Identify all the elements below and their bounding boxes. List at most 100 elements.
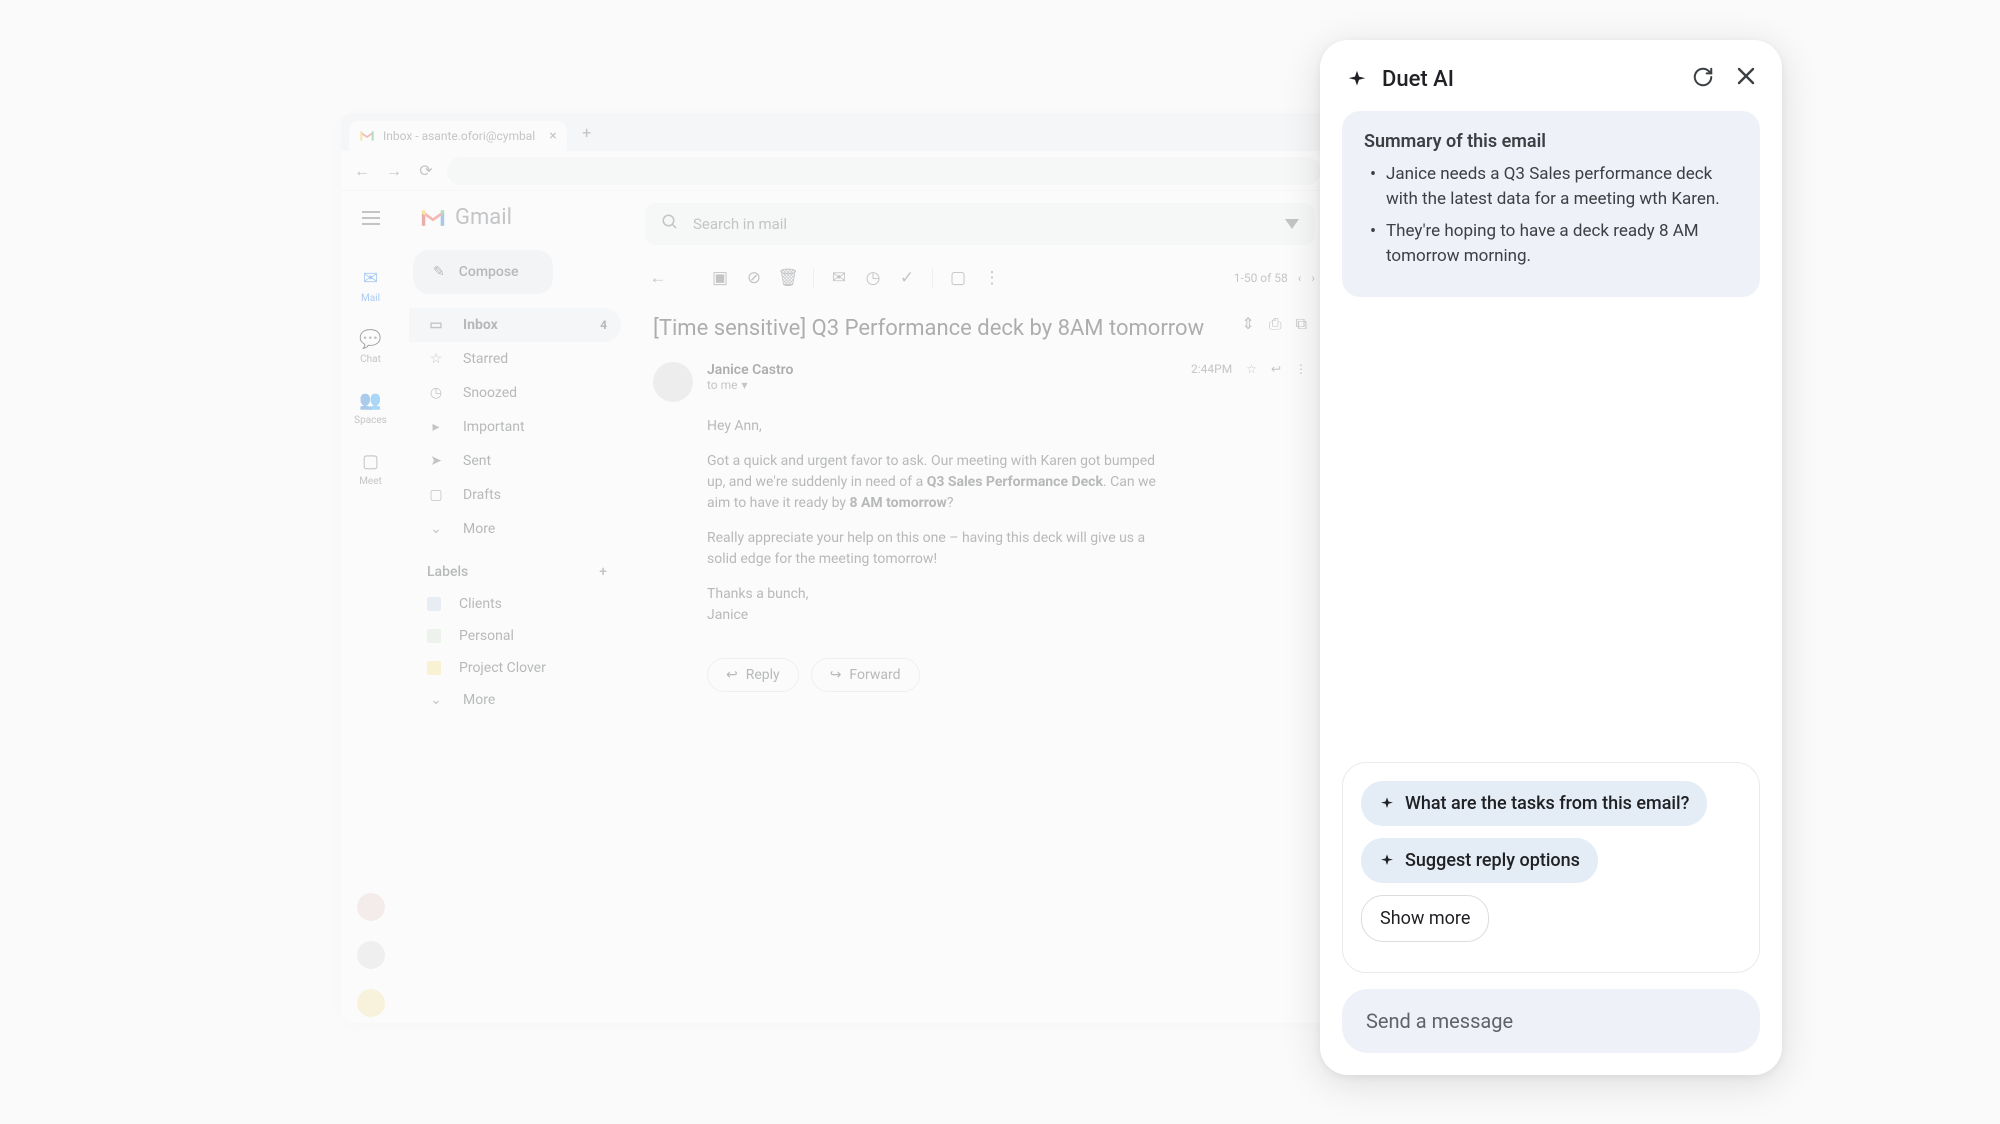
labels-header-text: Labels [427,564,468,580]
more-icon[interactable]: ⋮ [1295,362,1307,376]
spam-icon[interactable]: ⊘ [741,265,767,291]
url-field[interactable] [447,157,1321,185]
label-project-clover[interactable]: Project Clover [409,652,621,684]
labels-header: Labels + [409,546,621,588]
archive-icon[interactable]: ▣ [707,265,733,291]
label-more-text: More [463,692,495,708]
label-swatch-icon [427,597,441,611]
move-icon[interactable]: ▢ [945,265,971,291]
compose-button[interactable]: ✎ Compose [413,250,553,294]
label-personal[interactable]: Personal [409,620,621,652]
nav-inbox[interactable]: ▭ Inbox 4 [409,308,621,342]
hamburger-icon[interactable] [356,203,386,233]
back-icon[interactable]: ← [645,265,671,291]
new-tab-button[interactable]: + [573,118,601,146]
browser-tab[interactable]: Inbox - asante.ofori@cymbal × [349,121,567,151]
print-icon[interactable]: ⎙ [1269,314,1282,334]
duet-header: Duet AI [1342,62,1760,111]
expand-icon[interactable]: ⇕ [1241,314,1254,334]
task-icon[interactable]: ✓ [894,265,920,291]
brand-text: Gmail [455,205,512,230]
reply-button[interactable]: ↩ Reply [707,658,799,692]
sender-to: to me [707,378,738,392]
chevron-down-icon: ⌄ [427,692,445,708]
browser-tab-bar: Inbox - asante.ofori@cymbal × + [341,113,1331,151]
show-more-button[interactable]: Show more [1361,895,1489,942]
suggestion-chip-reply[interactable]: Suggest reply options [1361,838,1598,883]
sparkle-icon [1346,69,1368,91]
sidebar: Gmail ✎ Compose ▭ Inbox 4 ☆ Starred ◷ Sn… [401,191,629,1023]
duet-input[interactable]: Send a message [1342,989,1760,1053]
nav-forward-icon[interactable]: → [383,161,405,181]
search-icon [661,213,679,235]
nav-sent-label: Sent [463,453,491,469]
topbar: Search in mail [629,191,1331,257]
sender-avatar [653,362,693,402]
forward-button[interactable]: ↪ Forward [811,658,920,692]
sender-name: Janice Castro [707,362,1177,378]
pager-prev-icon[interactable]: ‹ [1298,271,1302,285]
nav-important[interactable]: ▸ Important [409,410,621,444]
chat-icon: 💬 [360,328,382,350]
rail-avatar-3[interactable] [357,989,385,1017]
nav-inbox-label: Inbox [463,317,498,333]
rail-chat-label: Chat [360,354,381,365]
body-p1: Got a quick and urgent favor to ask. Our… [707,451,1173,514]
rail-spaces[interactable]: 👥 Spaces [341,381,400,434]
more-icon[interactable]: ⋮ [979,265,1005,291]
refresh-icon[interactable] [1692,66,1714,93]
tab-close-icon[interactable]: × [549,128,556,144]
mark-unread-icon[interactable]: ✉ [826,265,852,291]
pager-next-icon[interactable]: › [1311,271,1315,285]
meet-icon: ▢ [360,450,382,472]
nav-more-label: More [463,521,495,537]
popout-icon[interactable]: ⧉ [1296,314,1307,334]
rail-chat[interactable]: 💬 Chat [341,320,400,373]
nav-starred[interactable]: ☆ Starred [409,342,621,376]
gmail-browser-window: Inbox - asante.ofori@cymbal × + ← → ⟳ ✉ … [341,113,1331,1023]
delete-icon[interactable]: 🗑 [775,265,801,291]
label-swatch-icon [427,629,441,643]
reply-icon[interactable]: ↩ [1271,362,1281,376]
reply-icon: ↩ [726,667,738,683]
message-body: Hey Ann, Got a quick and urgent favor to… [653,402,1173,650]
nav-sent[interactable]: ➤ Sent [409,444,621,478]
label-clients[interactable]: Clients [409,588,621,620]
nav-reload-icon[interactable]: ⟳ [415,161,437,180]
nav-snoozed[interactable]: ◷ Snoozed [409,376,621,410]
nav-more[interactable]: ⌄ More [409,512,621,546]
sparkle-icon [1379,853,1395,869]
snooze-icon[interactable]: ◷ [860,265,886,291]
rail-mail[interactable]: ✉ Mail [341,259,400,312]
nav-starred-label: Starred [463,351,508,367]
rail-meet-label: Meet [359,476,382,487]
label-personal-text: Personal [459,628,514,644]
rail-meet[interactable]: ▢ Meet [341,442,400,495]
gmail-favicon-icon [359,130,375,142]
nav-back-icon[interactable]: ← [351,161,373,181]
pager: 1-50 of 58 ‹ › [1234,271,1315,285]
compose-label: Compose [459,264,519,280]
nav-drafts[interactable]: ▢ Drafts [409,478,621,512]
message-time: 2:44PM [1191,362,1232,376]
rail-avatar-2[interactable] [357,941,385,969]
label-more[interactable]: ⌄ More [409,684,621,716]
search-input[interactable]: Search in mail [645,203,1315,245]
rail-mail-label: Mail [361,293,380,304]
rail-spaces-label: Spaces [354,415,387,426]
content-area: Search in mail ← ▣ ⊘ 🗑 ✉ ◷ ✓ ▢ ⋮ [629,191,1331,1023]
search-options-icon[interactable] [1285,215,1299,233]
close-icon[interactable] [1736,66,1756,93]
label-project-clover-text: Project Clover [459,660,546,676]
suggestion-chip-tasks[interactable]: What are the tasks from this email? [1361,781,1707,826]
body-p2: Really appreciate your help on this one … [707,528,1173,570]
body-closing: Thanks a bunch, Janice [707,584,1173,626]
summary-item: They're hoping to have a deck ready 8 AM… [1364,219,1738,268]
add-label-icon[interactable]: + [599,564,607,580]
star-icon[interactable]: ☆ [1246,362,1257,376]
rail-avatar-1[interactable] [357,893,385,921]
label-clients-text: Clients [459,596,502,612]
chevron-down-icon[interactable]: ▾ [742,378,748,392]
inbox-count: 4 [600,318,607,332]
tab-title: Inbox - asante.ofori@cymbal [383,129,535,143]
